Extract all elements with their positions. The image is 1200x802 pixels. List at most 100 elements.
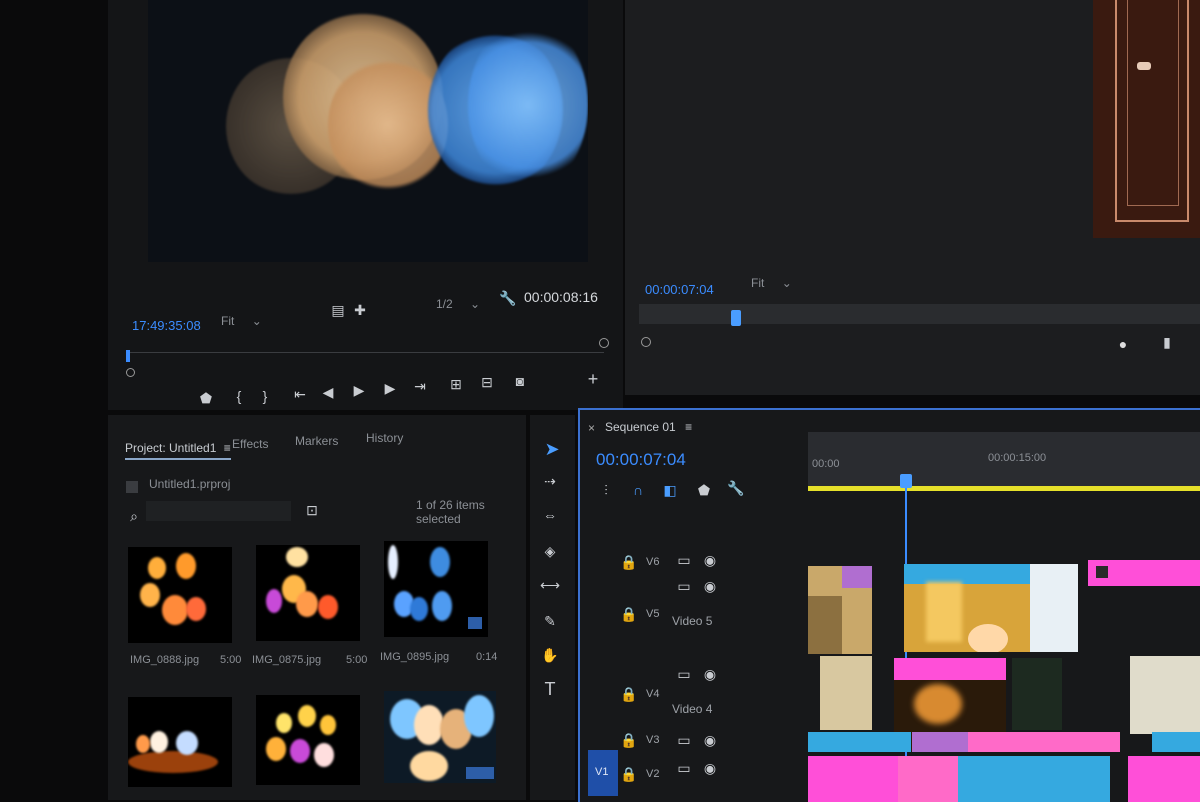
type-tool-icon[interactable]: T	[542, 679, 558, 699]
program-playhead[interactable]	[731, 310, 741, 326]
sync-lock-icon[interactable]: ▭	[676, 578, 692, 594]
overwrite-icon[interactable]: ⊟	[479, 374, 495, 390]
camera-icon[interactable]: ◙	[512, 373, 528, 389]
track-name-v5: Video 5	[672, 614, 713, 628]
timeline-clip[interactable]	[904, 564, 1030, 652]
source-resolution-select[interactable]: 1/2 ⌄	[436, 297, 480, 311]
track-select-tool-icon[interactable]: ⇢	[542, 473, 558, 489]
close-icon[interactable]: ×	[588, 421, 595, 435]
timeline-clip[interactable]	[1152, 732, 1200, 752]
tab-history[interactable]: History	[366, 431, 403, 445]
timeline-clip[interactable]	[1130, 656, 1200, 734]
timeline-clip[interactable]	[820, 656, 872, 730]
track-label-v4: V4	[646, 688, 660, 700]
sync-lock-icon[interactable]: ▭	[676, 552, 692, 568]
tab-markers[interactable]: Markers	[295, 434, 338, 448]
add-marker-icon[interactable]: ⬟	[198, 390, 214, 406]
go-to-in-icon[interactable]: ⇤	[292, 386, 308, 402]
timeline-clip[interactable]	[1128, 756, 1200, 802]
nest-icon[interactable]: ⫶	[598, 482, 614, 498]
mark-in-icon[interactable]: {	[231, 388, 247, 404]
track-label-v2: V2	[646, 768, 660, 780]
new-bin-icon[interactable]: ⊡	[304, 502, 320, 518]
lock-icon[interactable]: 🔒	[620, 766, 637, 782]
source-out-handle[interactable]	[599, 338, 609, 348]
sync-lock-icon[interactable]: ▭	[676, 666, 692, 682]
marker-icon[interactable]: ●	[1115, 336, 1131, 352]
source-playhead[interactable]	[126, 350, 130, 362]
tab-effects[interactable]: Effects	[232, 437, 268, 451]
add-marker-icon[interactable]: ⬟	[696, 482, 712, 498]
timeline-clip[interactable]	[808, 566, 872, 654]
timeline-clip[interactable]	[808, 756, 898, 802]
linked-selection-icon[interactable]: ◧	[662, 482, 678, 498]
media-thumbnail[interactable]	[256, 545, 360, 641]
razor-tool-icon[interactable]: ◈	[542, 543, 558, 559]
wrench-icon[interactable]: 🔧	[727, 480, 744, 496]
lock-icon[interactable]: 🔒	[620, 606, 637, 622]
sync-lock-icon[interactable]: ▭	[676, 732, 692, 748]
media-name: IMG_0895.jpg	[380, 651, 450, 663]
mark-out-icon[interactable]: }	[257, 388, 273, 404]
source-video-frame	[148, 0, 588, 262]
program-fit-select[interactable]: Fit ⌄	[751, 276, 792, 290]
go-to-out-icon[interactable]: ⇥	[412, 378, 428, 394]
source-fit-select[interactable]: Fit ⌄	[221, 314, 262, 328]
program-scrub-bar[interactable]	[639, 304, 1200, 324]
lock-icon[interactable]: 🔒	[620, 732, 637, 748]
step-back-icon[interactable]: ◀	[320, 384, 336, 400]
timeline-clip[interactable]	[1088, 560, 1200, 586]
sequence-timecode[interactable]: 00:00:07:04	[596, 450, 686, 470]
timeline-clip[interactable]	[1012, 658, 1062, 730]
work-area-bar[interactable]	[808, 486, 1200, 491]
eye-icon[interactable]: ◉	[702, 578, 718, 594]
mark-in-icon[interactable]: ▮	[1159, 334, 1175, 350]
timeline-clip[interactable]	[968, 732, 1120, 752]
play-icon[interactable]: ▶	[351, 382, 367, 398]
button-editor-icon[interactable]: +	[585, 369, 601, 389]
program-in-handle[interactable]	[641, 337, 651, 347]
timeline-clip[interactable]	[898, 756, 958, 802]
pen-tool-icon[interactable]: ✎	[542, 613, 558, 629]
media-thumbnail[interactable]	[384, 541, 488, 637]
media-thumbnail[interactable]	[128, 547, 232, 643]
timeline-clip[interactable]	[958, 756, 1110, 802]
ripple-edit-tool-icon[interactable]: ⇔	[542, 507, 558, 523]
timeline-playhead-head[interactable]	[900, 474, 912, 488]
search-icon[interactable]: ⌕	[126, 508, 142, 524]
export-frame-icon[interactable]: ▤	[330, 302, 346, 318]
panel-menu-icon[interactable]: ≡	[224, 441, 231, 455]
hand-tool-icon[interactable]: ✋	[541, 647, 558, 663]
eye-icon[interactable]: ◉	[702, 760, 718, 776]
selection-status: 1 of 26 items selected	[416, 498, 485, 526]
search-input[interactable]	[146, 501, 291, 521]
snap-icon[interactable]: ∩	[630, 482, 646, 498]
sync-lock-icon[interactable]: ▭	[676, 760, 692, 776]
tab-project[interactable]: Project: Untitled1 ≡	[125, 441, 231, 460]
media-thumbnail[interactable]	[128, 697, 232, 787]
track-name-v4: Video 4	[672, 702, 713, 716]
selection-tool-icon[interactable]: ➤	[544, 439, 560, 459]
eye-icon[interactable]: ◉	[702, 732, 718, 748]
media-type-badge	[466, 767, 494, 779]
settings-icon[interactable]: ✚	[352, 302, 368, 318]
eye-icon[interactable]: ◉	[702, 666, 718, 682]
insert-icon[interactable]: ⊞	[448, 376, 464, 392]
program-timecode[interactable]: 00:00:07:04	[645, 282, 714, 297]
wrench-icon[interactable]: 🔧	[499, 290, 516, 306]
timeline-clip[interactable]	[912, 732, 968, 752]
timeline-clip[interactable]	[1030, 564, 1078, 652]
source-timecode-in[interactable]: 17:49:35:08	[132, 318, 201, 333]
step-forward-icon[interactable]: ▶	[382, 380, 398, 396]
source-scrub-bar[interactable]	[126, 340, 604, 353]
lock-icon[interactable]: 🔒	[620, 554, 637, 570]
lock-icon[interactable]: 🔒	[620, 686, 637, 702]
eye-icon[interactable]: ◉	[702, 552, 718, 568]
panel-menu-icon[interactable]: ≡	[685, 420, 692, 434]
media-thumbnail[interactable]	[384, 691, 496, 783]
media-thumbnail[interactable]	[256, 695, 360, 785]
slip-tool-icon[interactable]: ⟷	[540, 577, 560, 593]
source-in-handle[interactable]	[126, 368, 135, 377]
sequence-tab[interactable]: Sequence 01 ≡	[605, 420, 692, 434]
timeline-clip[interactable]	[808, 732, 911, 752]
